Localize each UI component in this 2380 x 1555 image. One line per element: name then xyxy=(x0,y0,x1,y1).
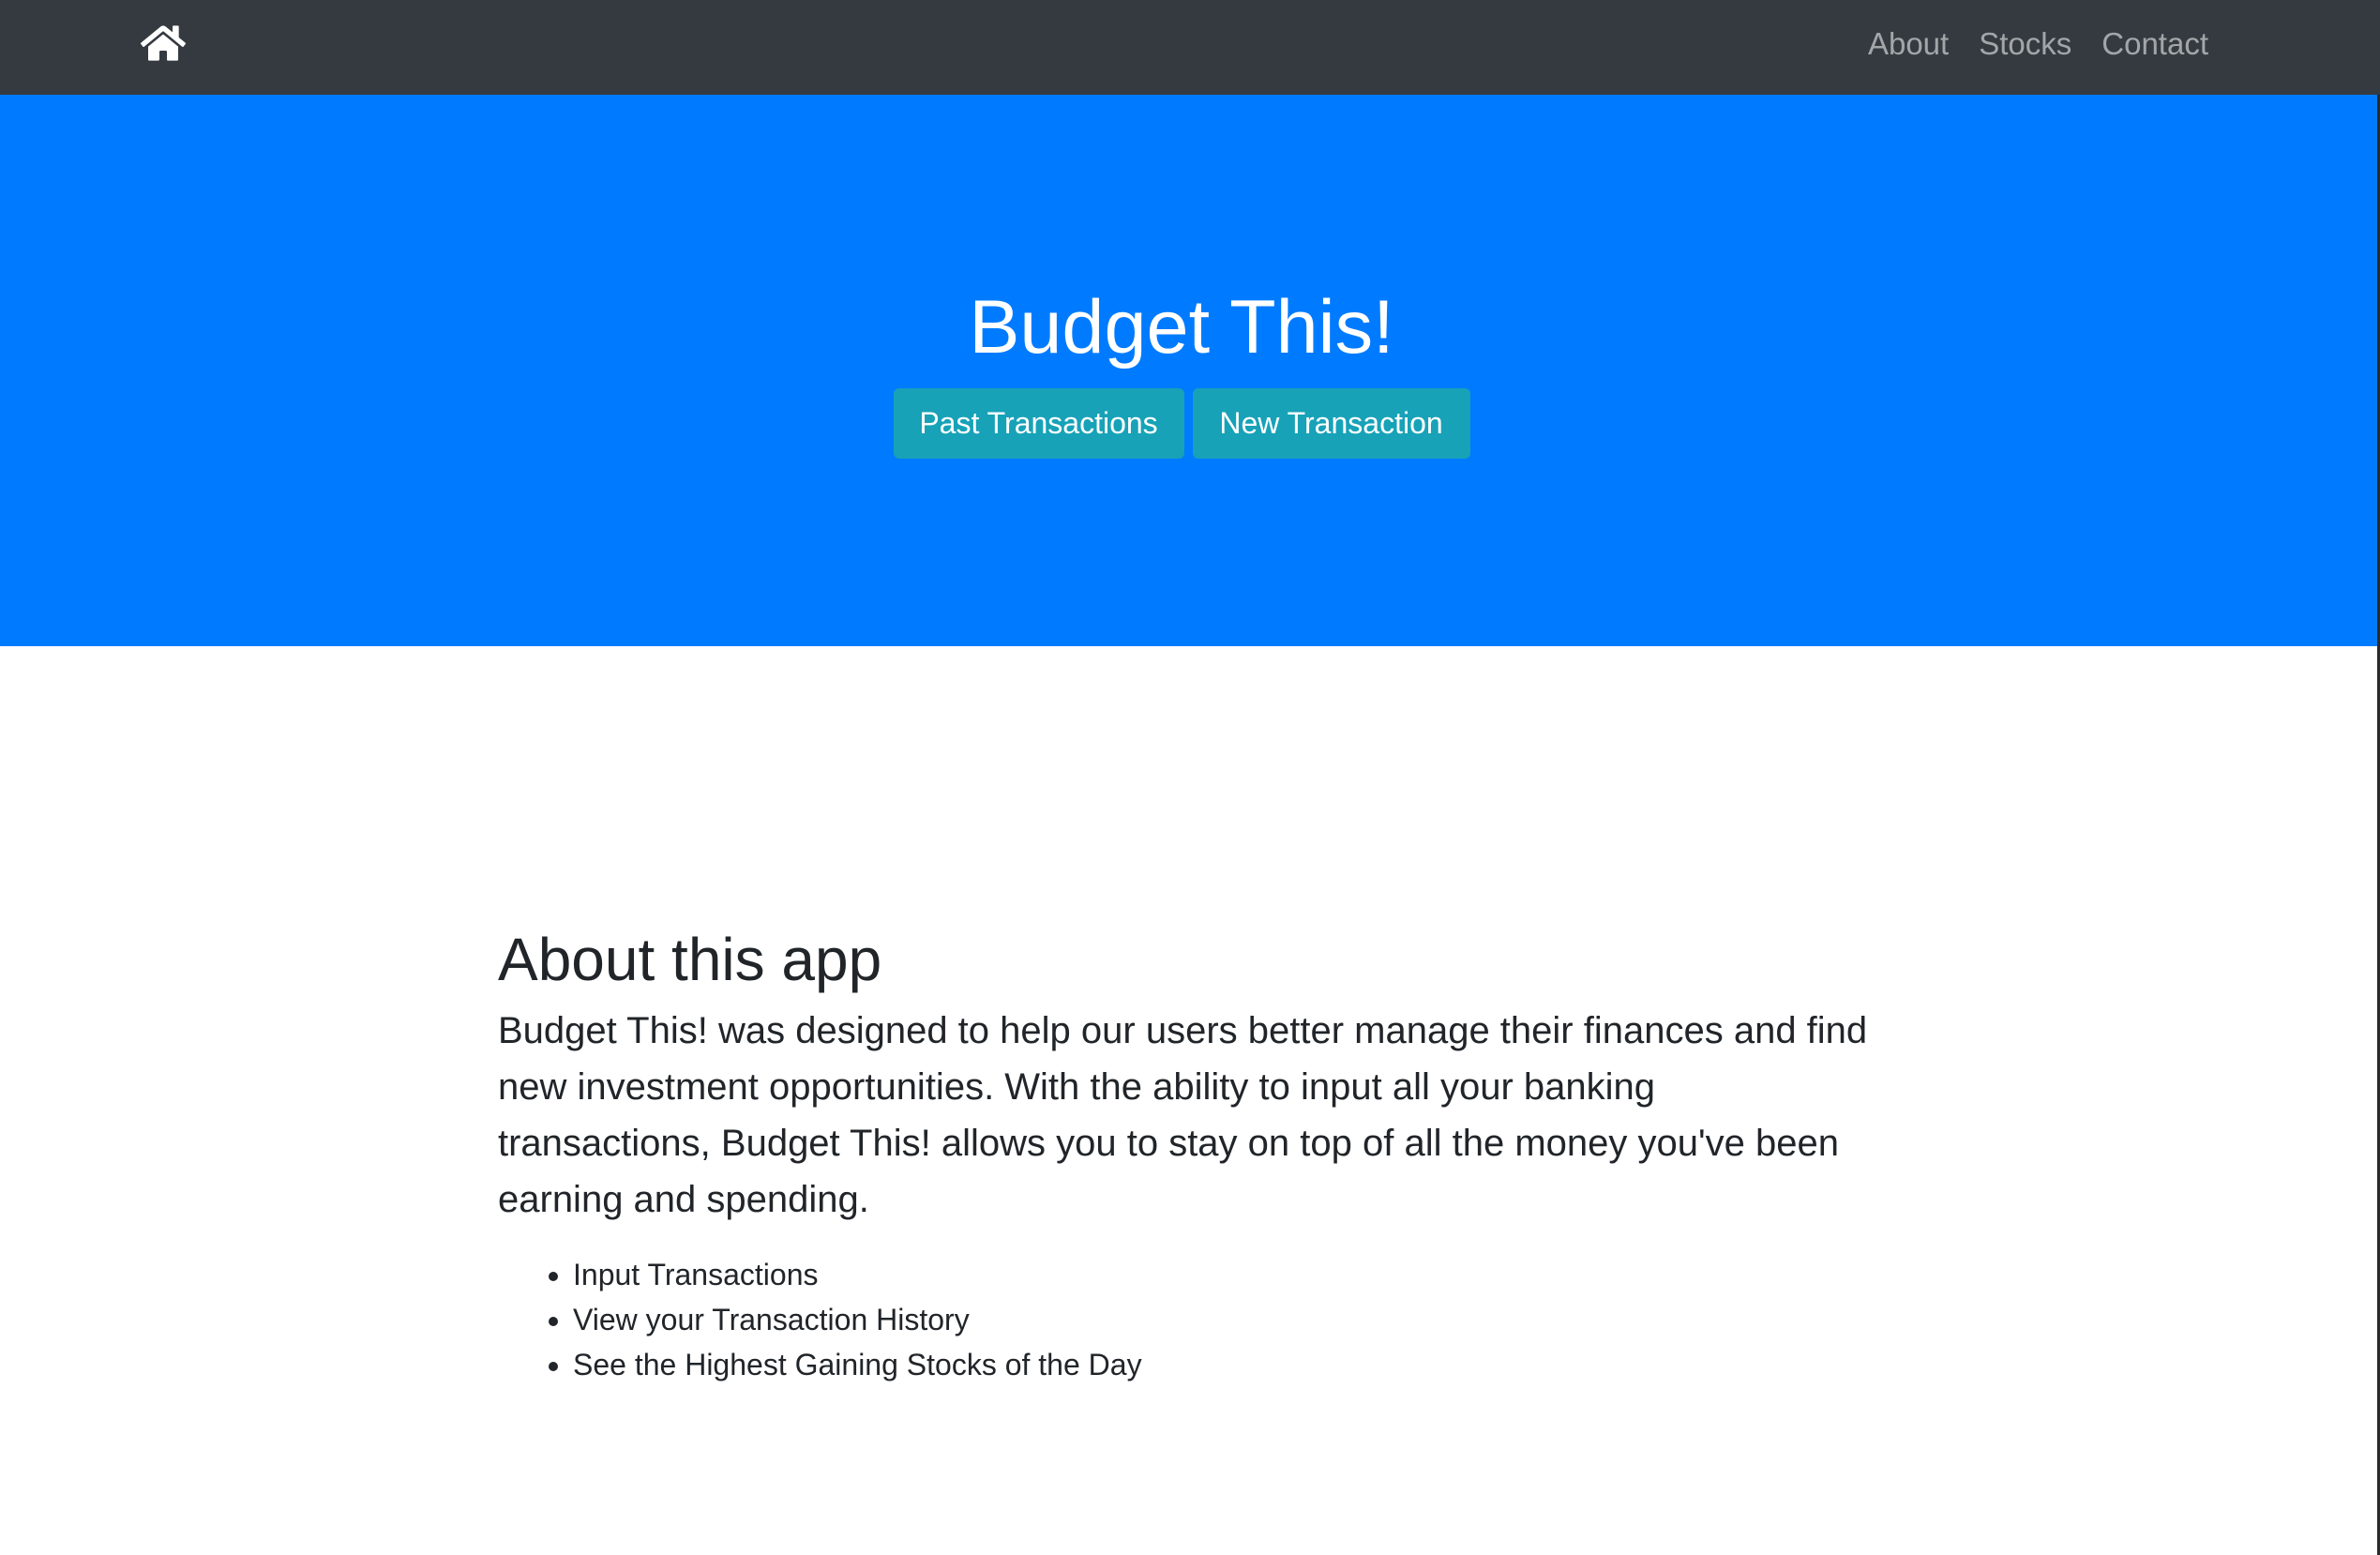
nav-link-about[interactable]: About xyxy=(1868,23,1949,66)
hero-banner: Budget This! Past Transactions New Trans… xyxy=(0,95,2380,646)
list-item: Input Transactions xyxy=(573,1252,1876,1297)
home-icon xyxy=(141,23,186,64)
past-transactions-button[interactable]: Past Transactions xyxy=(893,388,1184,459)
nav-link-stocks[interactable]: Stocks xyxy=(1979,23,2071,66)
hero-title: Budget This! xyxy=(969,285,1394,370)
nav-link-contact[interactable]: Contact xyxy=(2101,23,2208,66)
about-heading: About this app xyxy=(498,926,882,993)
about-description: Budget This! was designed to help our us… xyxy=(498,1010,1868,1220)
home-link[interactable] xyxy=(141,23,186,64)
new-transaction-button[interactable]: New Transaction xyxy=(1192,388,1470,459)
list-item: View your Transaction History xyxy=(573,1297,1876,1342)
navbar: About Stocks Contact xyxy=(0,0,2380,95)
about-section: About this app Budget This! was designed… xyxy=(498,924,1876,1387)
feature-list: Input Transactions View your Transaction… xyxy=(498,1252,1876,1387)
page: About Stocks Contact Budget This! Past T… xyxy=(0,0,2380,1555)
nav-links: About Stocks Contact xyxy=(1868,23,2208,66)
hero-buttons: Past Transactions New Transaction xyxy=(0,388,2363,459)
list-item: See the Highest Gaining Stocks of the Da… xyxy=(573,1342,1876,1387)
